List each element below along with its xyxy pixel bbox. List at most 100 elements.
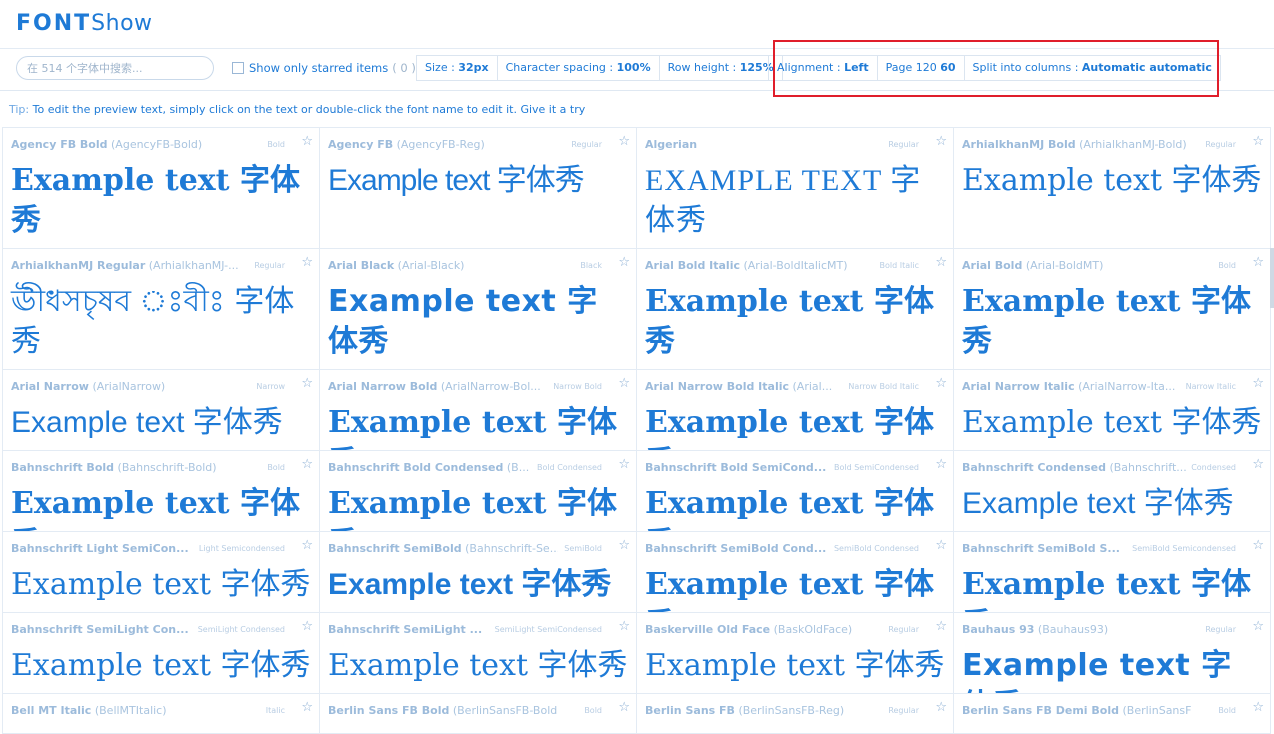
font-sample[interactable]: Example text 字体秀: [645, 565, 945, 612]
font-card[interactable]: Bahnschrift SemiBold (Bahnschrift-Se... …: [320, 532, 637, 613]
star-icon[interactable]: ☆: [1252, 700, 1264, 715]
font-name[interactable]: Bahnschrift SemiBold S...: [962, 542, 1120, 555]
font-sample[interactable]: Example text 字体秀: [962, 282, 1262, 362]
row-height-control[interactable]: Row height : 125%: [660, 56, 782, 80]
font-name[interactable]: Arial Narrow Bold Italic (Arial...: [645, 380, 832, 393]
font-card[interactable]: Bahnschrift Bold SemiCond... Bold SemiCo…: [637, 451, 954, 532]
font-name[interactable]: Arial Bold (Arial-BoldMT): [962, 259, 1103, 272]
star-icon[interactable]: ☆: [618, 376, 630, 391]
font-name[interactable]: Berlin Sans FB Bold (BerlinSansFB-Bold): [328, 704, 558, 717]
font-name[interactable]: ArhialkhanMJ Bold (ArhialkhanMJ-Bold): [962, 138, 1187, 151]
star-icon[interactable]: ☆: [1252, 457, 1264, 472]
star-icon[interactable]: ☆: [1252, 376, 1264, 391]
starred-checkbox[interactable]: [232, 62, 244, 74]
font-card[interactable]: Bell MT Italic (BellMTItalic) Italic ☆: [3, 694, 320, 734]
font-card[interactable]: Bahnschrift Light SemiCon... Light Semic…: [3, 532, 320, 613]
font-card[interactable]: Berlin Sans FB Bold (BerlinSansFB-Bold) …: [320, 694, 637, 734]
font-sample[interactable]: Example text 字体秀: [328, 484, 628, 531]
font-name[interactable]: Bahnschrift Bold SemiCond...: [645, 461, 826, 474]
starred-filter[interactable]: Show only starred items ( 0 ): [232, 61, 416, 75]
star-icon[interactable]: ☆: [618, 700, 630, 715]
font-sample[interactable]: Example text 字体秀: [328, 646, 628, 686]
font-sample[interactable]: Example text 字体秀: [645, 403, 945, 450]
font-card[interactable]: Bahnschrift SemiBold Cond... SemiBold Co…: [637, 532, 954, 613]
font-card[interactable]: Baskerville Old Face (BaskOldFace) Regul…: [637, 613, 954, 694]
star-icon[interactable]: ☆: [301, 255, 313, 270]
star-icon[interactable]: ☆: [1252, 134, 1264, 149]
font-card[interactable]: Arial Bold (Arial-BoldMT) Bold ☆ Example…: [954, 249, 1271, 370]
font-name[interactable]: Arial Bold Italic (Arial-BoldItalicMT): [645, 259, 848, 272]
font-name[interactable]: Arial Narrow Bold (ArialNarrow-Bol...: [328, 380, 541, 393]
scrollbar[interactable]: [1270, 248, 1274, 308]
font-sample[interactable]: Example text 字体秀: [11, 484, 311, 531]
app-logo[interactable]: FONTShow: [16, 11, 153, 36]
font-sample[interactable]: Example text 字体秀: [328, 282, 628, 362]
font-card[interactable]: Agency FB Bold (AgencyFB-Bold) Bold ☆ Ex…: [3, 128, 320, 249]
font-sample[interactable]: Example text 字体秀: [11, 161, 311, 241]
star-icon[interactable]: ☆: [618, 134, 630, 149]
font-sample[interactable]: Example text 字体秀: [962, 565, 1262, 612]
star-icon[interactable]: ☆: [935, 457, 947, 472]
font-name[interactable]: Bahnschrift Condensed (Bahnschrift...: [962, 461, 1187, 474]
font-card[interactable]: ArhialkhanMJ Regular (ArhialkhanMJ-... R…: [3, 249, 320, 370]
font-name[interactable]: Algerian: [645, 138, 697, 151]
star-icon[interactable]: ☆: [618, 619, 630, 634]
font-name[interactable]: Bahnschrift Light SemiCon...: [11, 542, 189, 555]
font-card[interactable]: Berlin Sans FB Demi Bold (BerlinSansFBD.…: [954, 694, 1271, 734]
font-name[interactable]: Bahnschrift Bold Condensed (B...: [328, 461, 529, 474]
font-sample[interactable]: Example text 字体秀: [11, 403, 311, 443]
font-card[interactable]: Bahnschrift Condensed (Bahnschrift... Co…: [954, 451, 1271, 532]
star-icon[interactable]: ☆: [618, 255, 630, 270]
star-icon[interactable]: ☆: [301, 134, 313, 149]
character-spacing-control[interactable]: Character spacing : 100%: [498, 56, 660, 80]
font-name[interactable]: Bahnschrift Bold (Bahnschrift-Bold): [11, 461, 217, 474]
font-name[interactable]: Berlin Sans FB Demi Bold (BerlinSansFBD.…: [962, 704, 1192, 717]
star-icon[interactable]: ☆: [1252, 255, 1264, 270]
star-icon[interactable]: ☆: [935, 255, 947, 270]
font-card[interactable]: Bahnschrift Bold Condensed (B... Bold Co…: [320, 451, 637, 532]
font-name[interactable]: Bahnschrift SemiBold (Bahnschrift-Se...: [328, 542, 558, 555]
font-card[interactable]: Arial Bold Italic (Arial-BoldItalicMT) B…: [637, 249, 954, 370]
font-name[interactable]: ArhialkhanMJ Regular (ArhialkhanMJ-...: [11, 259, 239, 272]
font-card[interactable]: Bahnschrift SemiLight ... SemiLight Semi…: [320, 613, 637, 694]
star-icon[interactable]: ☆: [618, 538, 630, 553]
star-icon[interactable]: ☆: [935, 134, 947, 149]
font-name[interactable]: Baskerville Old Face (BaskOldFace): [645, 623, 852, 636]
font-sample[interactable]: Example text 字体秀: [328, 565, 628, 605]
font-card[interactable]: Bahnschrift Bold (Bahnschrift-Bold) Bold…: [3, 451, 320, 532]
font-sample[interactable]: Example text 字体秀: [962, 484, 1262, 524]
star-icon[interactable]: ☆: [935, 538, 947, 553]
font-card[interactable]: Bahnschrift SemiLight Con... SemiLight C…: [3, 613, 320, 694]
font-sample[interactable]: Example text 字体秀: [328, 161, 628, 201]
font-card[interactable]: Arial Narrow Italic (ArialNarrow-Ita... …: [954, 370, 1271, 451]
star-icon[interactable]: ☆: [301, 457, 313, 472]
font-name[interactable]: Bahnschrift SemiLight ...: [328, 623, 482, 636]
star-icon[interactable]: ☆: [935, 376, 947, 391]
star-icon[interactable]: ☆: [301, 700, 313, 715]
font-name[interactable]: Berlin Sans FB (BerlinSansFB-Reg): [645, 704, 844, 717]
font-card[interactable]: Arial Narrow Bold (ArialNarrow-Bol... Na…: [320, 370, 637, 451]
star-icon[interactable]: ☆: [935, 700, 947, 715]
star-icon[interactable]: ☆: [301, 376, 313, 391]
star-icon[interactable]: ☆: [618, 457, 630, 472]
star-icon[interactable]: ☆: [301, 538, 313, 553]
font-sample[interactable]: Example text 字体秀: [645, 646, 945, 686]
font-sample[interactable]: Example text 字体秀: [962, 646, 1262, 693]
font-sample[interactable]: Example text 字体秀: [11, 565, 311, 605]
star-icon[interactable]: ☆: [935, 619, 947, 634]
font-sample[interactable]: ঊীধসচৃষব ঃবীঃ 字体秀: [11, 282, 311, 362]
font-name[interactable]: Agency FB (AgencyFB-Reg): [328, 138, 485, 151]
font-sample[interactable]: Example text 字体秀: [962, 403, 1262, 443]
font-sample[interactable]: Example text 字体秀: [645, 282, 945, 362]
font-name[interactable]: Arial Narrow Italic (ArialNarrow-Ita...: [962, 380, 1175, 393]
font-sample[interactable]: Example text 字体秀: [328, 403, 628, 450]
font-card[interactable]: Arial Narrow Bold Italic (Arial... Narro…: [637, 370, 954, 451]
font-name[interactable]: Bauhaus 93 (Bauhaus93): [962, 623, 1108, 636]
font-search-input[interactable]: [16, 56, 214, 80]
star-icon[interactable]: ☆: [301, 619, 313, 634]
font-sample[interactable]: Example text 字体秀: [962, 161, 1262, 201]
font-name[interactable]: Bahnschrift SemiBold Cond...: [645, 542, 826, 555]
font-card[interactable]: Berlin Sans FB (BerlinSansFB-Reg) Regula…: [637, 694, 954, 734]
star-icon[interactable]: ☆: [1252, 619, 1264, 634]
star-icon[interactable]: ☆: [1252, 538, 1264, 553]
